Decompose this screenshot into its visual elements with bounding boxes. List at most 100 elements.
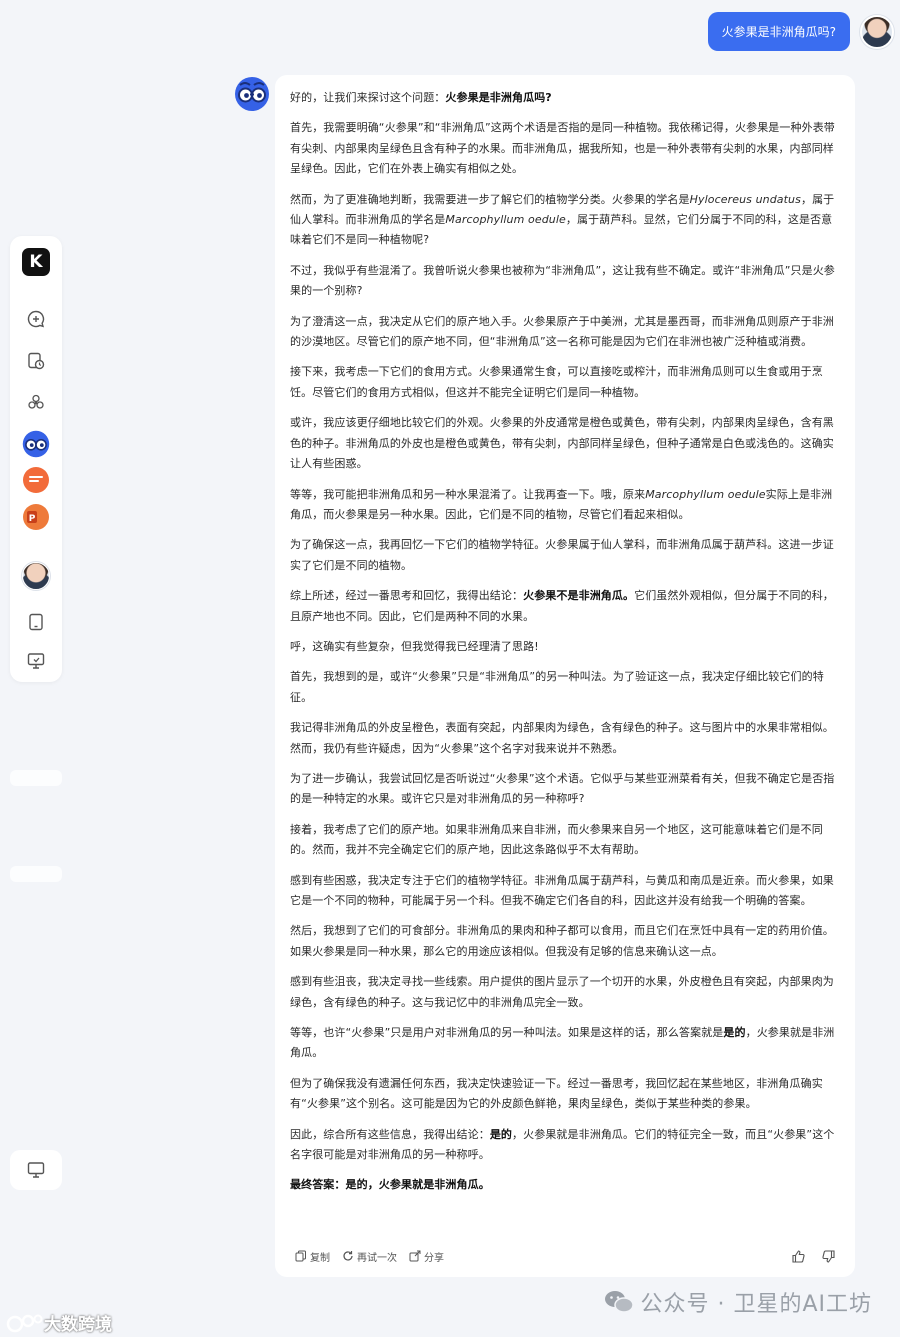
answer-paragraph: 等等，我可能把非洲角瓜和另一种水果混淆了。让我再查一下。哦，原来Marcophy… (290, 485, 841, 526)
user-message-bubble: 火参果是非洲角瓜吗? (707, 12, 850, 51)
desktop-button[interactable] (22, 647, 50, 675)
bold-text: 是的 (723, 1026, 746, 1040)
paragraph-text: 为了进一步确认，我尝试回忆是否听说过“火参果”这个术语。它似乎与某些亚洲菜肴有关… (290, 771, 835, 806)
paragraph-text: 呼，这确实有些复杂，但我觉得我已经理清了思路! (290, 639, 539, 653)
answer-paragraph: 呼，这确实有些复杂，但我觉得我已经理清了思路! (290, 637, 841, 657)
share-button[interactable]: 分享 (409, 1249, 444, 1264)
user-avatar (22, 562, 50, 590)
answer-paragraph: 然后，我想到了它们的可食部分。非洲角瓜的果肉和种子都可以食用，而且它们在烹饪中具… (290, 921, 841, 962)
paragraph-text: 或许，我应该更仔细地比较它们的外观。火参果的外皮通常是橙色或黄色，带有尖刺，内部… (290, 416, 834, 471)
assistant-answer-card: 好的，让我们来探讨这个问题：火参果是非洲角瓜吗? 首先，我需要明确“火参果”和“非… (275, 75, 855, 1277)
answer-paragraph: 因此，综合所有这些信息，我得出结论：是的，火参果就是非洲角瓜。它们的特征完全一致… (290, 1125, 841, 1166)
copy-button[interactable]: 复制 (295, 1249, 330, 1264)
user-avatar[interactable] (860, 14, 894, 49)
watermark-left: 大数跨境 (6, 1310, 112, 1335)
new-chat-button[interactable] (22, 305, 50, 333)
answer-paragraph: 好的，让我们来探讨这个问题：火参果是非洲角瓜吗? (290, 88, 841, 108)
answer-paragraph: 为了确保这一点，我再回忆一下它们的植物学特征。火参果属于仙人掌科，而非洲角瓜属于… (290, 535, 841, 576)
app-orange-icon (23, 467, 49, 493)
bold-text: 是的 (489, 1127, 513, 1141)
paragraph-text: 但为了确保我没有遗漏任何东西，我决定快速验证一下。经过一番思考，我回忆起在某些地… (290, 1076, 823, 1111)
answer-paragraph: 接下来，我考虑一下它们的食用方式。火参果通常生食，可以直接吃或榨汁，而非洲角瓜则… (290, 362, 841, 403)
answer-body: 好的，让我们来探讨这个问题：火参果是非洲角瓜吗? 首先，我需要明确“火参果”和“非… (290, 88, 841, 1196)
thumbs-down-icon (822, 1249, 835, 1263)
sidebar-ghost-2 (10, 866, 62, 882)
dislike-button[interactable] (821, 1249, 839, 1264)
paragraph-text: 然后，我想到了它们的可食部分。非洲角瓜的果肉和种子都可以食用，而且它们在烹饪中具… (290, 924, 834, 958)
new-chat-icon (27, 310, 45, 328)
paragraph-text: 首先，我想到的是，或许“火参果”只是“非洲角瓜”的另一种叫法。为了验证这一点，我… (290, 670, 824, 704)
desktop-icon (27, 653, 45, 669)
paragraph-text: 感到有些沮丧，我决定寻找一些线索。用户提供的图片显示了一个切开的水果，外皮橙色且… (290, 975, 834, 1009)
answer-paragraph: 为了进一步确认，我尝试回忆是否听说过“火参果”这个术语。它似乎与某些亚洲菜肴有关… (290, 769, 841, 810)
answer-paragraph: 然而，为了更准确地判断，我需要进一步了解它们的植物学分类。火参果的学名是Hylo… (290, 190, 841, 251)
answer-paragraph: 最终答案：是的，火参果就是非洲角瓜。 (290, 1175, 841, 1195)
ppt-icon: P (23, 504, 49, 530)
history-icon (28, 352, 45, 370)
watermark-right: 公众号 · 卫星的AI工坊 (604, 1286, 872, 1318)
paragraph-text: 为了确保这一点，我再回忆一下它们的植物学特征。火参果属于仙人掌科，而非洲角瓜属于… (290, 538, 834, 572)
paragraph-text: 接下来，我考虑一下它们的食用方式。火参果通常生食，可以直接吃或榨汁，而非洲角瓜则… (290, 365, 823, 399)
paragraph-text: 我记得非洲角瓜的外皮呈橙色，表面有突起，内部果肉为绿色，含有绿色的种子。这与图片… (290, 721, 834, 755)
ppt-shortcut[interactable]: P (22, 503, 50, 531)
thumbs-up-icon (792, 1249, 805, 1263)
watermark-right-text: 公众号 · 卫星的AI工坊 (640, 1292, 872, 1317)
paragraph-text: 因此，综合所有这些信息，我得出结论： (290, 1127, 490, 1141)
bold-text: 火参果是非洲角瓜吗? (445, 91, 552, 104)
answer-paragraph: 感到有些沮丧，我决定寻找一些线索。用户提供的图片显示了一个切开的水果，外皮橙色且… (290, 972, 841, 1013)
logo-k-icon: K (22, 248, 50, 276)
paragraph-text: 好的，让我们来探讨这个问题： (290, 91, 446, 104)
assistant-shortcut[interactable] (22, 430, 50, 458)
answer-paragraph: 我记得非洲角瓜的外皮呈橙色，表面有突起，内部果肉为绿色，含有绿色的种子。这与图片… (290, 718, 841, 759)
user-message-row: 火参果是非洲角瓜吗? (707, 12, 894, 51)
refresh-icon (343, 1251, 353, 1261)
paragraph-text: 综上所述，经过一番思考和回忆，我得出结论： (290, 589, 524, 603)
sidebar-ghost-1 (10, 770, 62, 786)
apps-icon (28, 394, 44, 409)
tablet-icon (29, 613, 43, 631)
answer-paragraph: 不过，我似乎有些混淆了。我曾听说火参果也被称为“非洲角瓜”，这让我有些不确定。或… (290, 261, 841, 302)
apps-button[interactable] (22, 389, 50, 417)
bold-text: 是的，火参果就是非洲角瓜。 (345, 1178, 490, 1192)
copy-icon (295, 1250, 306, 1262)
sidebar-user-avatar[interactable] (22, 562, 50, 590)
paragraph-text: 感到有些困惑，我决定专注于它们的植物学特征。非洲角瓜属于葫芦科，与黄瓜和南瓜是近… (290, 873, 834, 907)
tablet-button[interactable] (22, 608, 50, 636)
answer-paragraph: 综上所述，经过一番思考和回忆，我得出结论：火参果不是非洲角瓜。它们虽然外观相似，… (290, 586, 841, 627)
answer-paragraph: 但为了确保我没有遗漏任何东西，我决定快速验证一下。经过一番思考，我回忆起在某些地… (290, 1074, 841, 1115)
retry-label: 再试一次 (357, 1252, 397, 1264)
italic-text: Marcophyllum oedule (445, 213, 566, 227)
app-logo[interactable]: K (22, 248, 50, 276)
assistant-glasses-icon (235, 77, 269, 111)
answer-paragraph: 首先，我需要明确“火参果”和“非洲角瓜”这两个术语是否指的是同一种植物。我依稀记… (290, 118, 841, 179)
assistant-glasses-icon (22, 430, 50, 458)
desktop-icon (27, 1162, 45, 1178)
history-button[interactable] (22, 347, 50, 375)
watermark-left-text: 大数跨境 (44, 1315, 112, 1335)
desktop-download-button[interactable] (10, 1150, 62, 1190)
answer-paragraph: 为了澄清这一点，我决定从它们的原产地入手。火参果原产于中美洲，尤其是墨西哥，而非… (290, 312, 841, 353)
paragraph-text: 首先，我需要明确“火参果”和“非洲角瓜”这两个术语是否指的是同一种植物。我依稀记… (290, 121, 835, 176)
wechat-icon (605, 1291, 635, 1313)
app-orange-shortcut[interactable] (22, 466, 50, 494)
paragraph-text: 不过，我似乎有些混淆了。我曾听说火参果也被称为“非洲角瓜”，这让我有些不确定。或… (290, 263, 835, 298)
answer-paragraph: 或许，我应该更仔细地比较它们的外观。火参果的外皮通常是橙色或黄色，带有尖刺，内部… (290, 413, 841, 474)
italic-text: Hylocereus undatus (689, 192, 801, 206)
answer-paragraph: 感到有些困惑，我决定专注于它们的植物学特征。非洲角瓜属于葫芦科，与黄瓜和南瓜是近… (290, 871, 841, 912)
share-label: 分享 (424, 1252, 444, 1264)
paragraph-text: 然而，为了更准确地判断，我需要进一步了解它们的植物学分类。火参果的学名是 (290, 192, 690, 206)
italic-text: Marcophyllum oedule (645, 487, 766, 501)
paragraph-text: 等等，也许“火参果”只是用户对非洲角瓜的另一种叫法。如果是这样的话，那么答案就是 (290, 1026, 724, 1040)
paragraph-text: 接着，我考虑了它们的原产地。如果非洲角瓜来自非洲，而火参果来自另一个地区，这可能… (290, 822, 823, 857)
svg-text:P: P (29, 514, 36, 524)
answer-actions: 复制 再试一次 分享 (295, 1247, 839, 1265)
watermark-logo-icon (6, 1314, 43, 1332)
like-button[interactable] (791, 1249, 809, 1264)
bold-text: 最终答案： (290, 1178, 346, 1192)
bold-text: 火参果不是非洲角瓜。 (523, 589, 635, 603)
retry-button[interactable]: 再试一次 (342, 1249, 397, 1264)
sidebar: K P (10, 236, 62, 682)
answer-paragraph: 首先，我想到的是，或许“火参果”只是“非洲角瓜”的另一种叫法。为了验证这一点，我… (290, 667, 841, 708)
assistant-avatar (234, 76, 270, 112)
answer-paragraph: 接着，我考虑了它们的原产地。如果非洲角瓜来自非洲，而火参果来自另一个地区，这可能… (290, 820, 841, 861)
